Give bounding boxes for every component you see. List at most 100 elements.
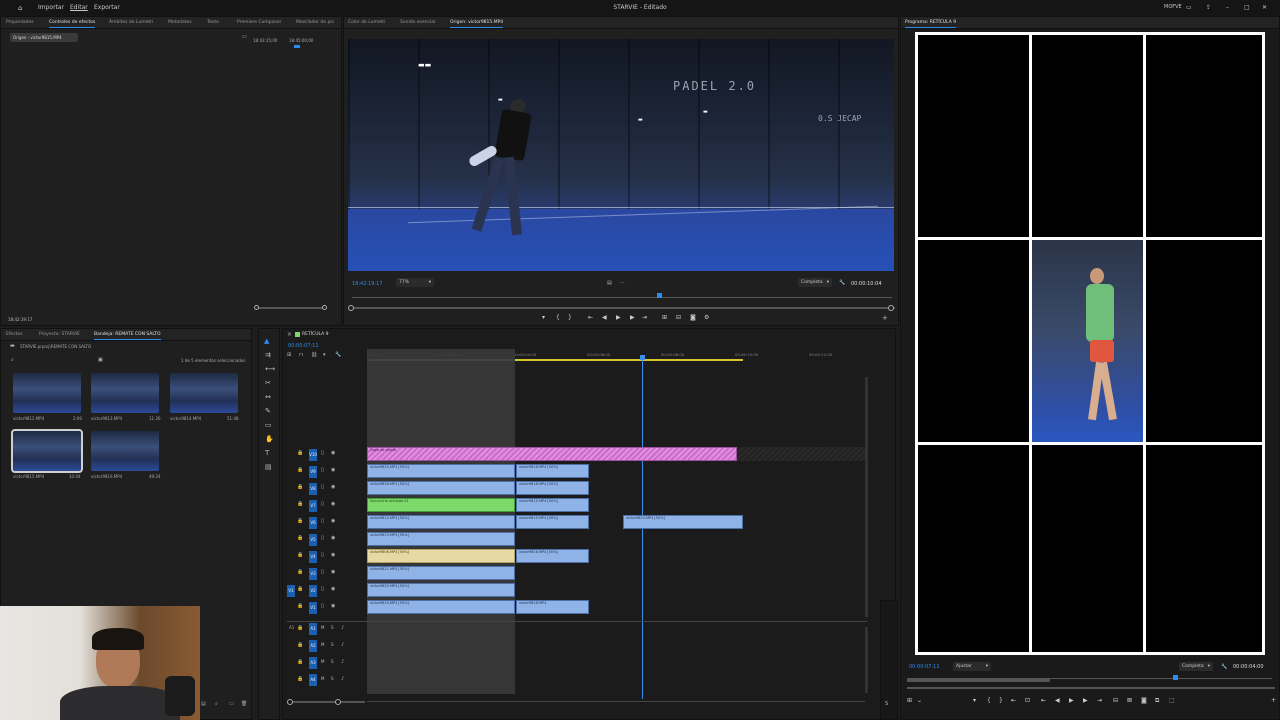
pen-icon[interactable]: ✎ <box>265 407 271 415</box>
zoom-select[interactable]: 77% ▾ <box>396 278 434 287</box>
folder-icon[interactable]: ▭ <box>229 701 234 707</box>
type-icon[interactable]: T <box>265 449 269 457</box>
sync-icon[interactable]: ▯ <box>321 535 324 541</box>
overwrite-icon[interactable]: ⊟ <box>676 314 681 321</box>
sync-icon[interactable]: ▯ <box>321 484 324 490</box>
go-to-in-icon[interactable]: ⇤ <box>1011 697 1016 704</box>
sync-icon[interactable]: ▯ <box>321 569 324 575</box>
nested-sequence-clip[interactable]: Secuencia anidada 01 <box>367 498 515 512</box>
tab-audio-mixer[interactable]: Mezclador de pis <box>296 20 334 25</box>
timeline-clip[interactable]: victor9820.MP4 [50%] <box>367 583 515 597</box>
track-label[interactable]: V10 <box>309 449 317 461</box>
eye-icon[interactable]: ◉ <box>331 518 335 524</box>
wrench-icon[interactable]: 🔧 <box>839 280 845 286</box>
solo-icon[interactable]: S <box>885 701 888 707</box>
vr-icon[interactable]: ⬚ <box>1169 697 1175 704</box>
chevron-down-icon[interactable]: ⌄ <box>917 697 922 704</box>
settings-icon[interactable]: ⊞ <box>907 697 912 704</box>
timeline-clip[interactable]: victor9818.MP4 [50%] <box>516 464 589 478</box>
slip-icon[interactable]: ↔ <box>265 393 271 401</box>
tab-project[interactable]: Proyecto: STARVIE <box>39 332 80 337</box>
eye-icon[interactable]: ◉ <box>331 569 335 575</box>
nest-icon[interactable]: ⊞ <box>287 352 291 358</box>
mark-out-icon[interactable]: } <box>999 697 1003 704</box>
lock-icon[interactable]: 🔒 <box>297 569 303 575</box>
lock-icon[interactable]: 🔒 <box>297 586 303 592</box>
eye-icon[interactable]: ◉ <box>331 501 335 507</box>
marker-icon[interactable]: ▾ <box>973 697 976 704</box>
eye-icon[interactable]: ◉ <box>331 603 335 609</box>
caption-icon[interactable]: ▤ <box>265 463 272 471</box>
mute-icon[interactable]: M <box>321 659 324 664</box>
go-next-icon[interactable]: ⇥ <box>1097 697 1102 704</box>
tab-effects[interactable]: Efectos <box>6 332 23 337</box>
trash-icon[interactable]: 🗑 <box>241 701 247 707</box>
extract-icon[interactable]: ⊠ <box>1127 697 1132 704</box>
lock-icon[interactable]: 🔒 <box>297 518 303 524</box>
snap-icon[interactable]: ⊓ <box>299 352 303 358</box>
timeline-scroll-handle-left[interactable] <box>287 699 293 705</box>
video-vertical-scrollbar[interactable] <box>865 377 868 617</box>
lock-icon[interactable]: 🔒 <box>297 467 303 473</box>
tab-bin[interactable]: Bandeja: REMATE CON SALTO <box>94 332 161 340</box>
step-forward-icon[interactable]: ▶ <box>630 314 635 321</box>
playhead-handle[interactable] <box>640 355 645 360</box>
tab-lumetri-color[interactable]: Color de Lumetri <box>348 20 386 25</box>
linked-icon[interactable]: ⛓ <box>311 352 317 358</box>
microphone-icon[interactable]: ♪ <box>341 625 344 631</box>
bin-item-thumb[interactable] <box>13 373 81 413</box>
tab-properties[interactable]: Propiedades <box>6 20 34 25</box>
timeline-clip[interactable]: victor9825.MP4 [50%] <box>367 464 515 478</box>
step-forward-icon[interactable]: ▶ <box>1083 697 1088 704</box>
timeline-clip[interactable]: victor9815.MP4 [50%] <box>516 498 589 512</box>
home-icon[interactable]: ⌂ <box>18 4 22 12</box>
wrench-icon[interactable]: 🔧 <box>1221 664 1227 670</box>
share-icon[interactable]: ⇪ <box>1206 4 1211 11</box>
bin-item-thumb-selected[interactable] <box>11 429 83 473</box>
menu-edit[interactable]: Editar <box>70 4 88 11</box>
program-title[interactable]: Programa: RETÍCULA 9 <box>905 20 957 28</box>
source-ruler[interactable] <box>352 297 892 298</box>
eye-icon[interactable]: ◉ <box>331 484 335 490</box>
play-icon[interactable]: ▶ <box>616 314 621 321</box>
lift-button-icon[interactable]: ⊟ <box>1113 697 1118 704</box>
lock-icon[interactable]: 🔒 <box>297 676 303 682</box>
more-icon[interactable]: ⋯ <box>620 280 625 286</box>
mute-icon[interactable]: M <box>321 676 324 681</box>
playhead-marker[interactable] <box>294 45 300 48</box>
tab-source[interactable]: Origen: victor9815.MP4 <box>450 20 504 28</box>
go-to-in-icon[interactable]: ⇤ <box>588 314 593 321</box>
track-label[interactable]: V3 <box>309 568 317 580</box>
timeline-clip[interactable]: victor9824.MP4 [50%] <box>623 515 743 529</box>
bin-item-thumb[interactable] <box>91 431 159 471</box>
solo-icon[interactable]: S <box>331 642 334 647</box>
clip-icon[interactable]: ▭ <box>242 34 247 40</box>
track-label[interactable]: V7 <box>309 500 317 512</box>
new-item-icon[interactable]: ▤ <box>201 701 206 707</box>
track-label[interactable]: V6 <box>309 517 317 529</box>
zoom-handle-right[interactable] <box>322 305 327 310</box>
timeline-clip[interactable]: victor9815.MP4 [50%] <box>516 515 589 529</box>
bin-item-thumb[interactable] <box>170 373 238 413</box>
sync-icon[interactable]: ▯ <box>321 603 324 609</box>
mute-icon[interactable]: M <box>321 625 324 630</box>
step-back-icon[interactable]: ◀ <box>602 314 607 321</box>
lock-icon[interactable]: 🔒 <box>297 659 303 665</box>
zoom-handle-left[interactable] <box>254 305 259 310</box>
eye-icon[interactable]: ◉ <box>331 450 335 456</box>
scroll-handle-left[interactable] <box>348 305 354 311</box>
tab-lumetri-scopes[interactable]: Ámbitos de Lumetri <box>109 20 153 25</box>
camera-icon[interactable]: ◙ <box>1141 697 1147 704</box>
add-button-icon[interactable]: + <box>882 314 888 322</box>
timeline-clip[interactable]: victor9818.MP4 <box>516 600 589 614</box>
lock-icon[interactable]: 🔒 <box>297 603 303 609</box>
lock-icon[interactable]: 🔒 <box>297 625 303 631</box>
sync-icon[interactable]: ▯ <box>321 586 324 592</box>
menu-import[interactable]: Importar <box>38 4 64 11</box>
mark-in-icon[interactable]: { <box>987 697 991 704</box>
razor-icon[interactable]: ✂ <box>265 379 271 387</box>
lock-icon[interactable]: 🔒 <box>297 484 303 490</box>
adjustment-layer-clip[interactable]: Capa de ajuste <box>367 447 737 461</box>
sync-icon[interactable]: ▯ <box>321 501 324 507</box>
mute-icon[interactable]: M <box>321 642 324 647</box>
